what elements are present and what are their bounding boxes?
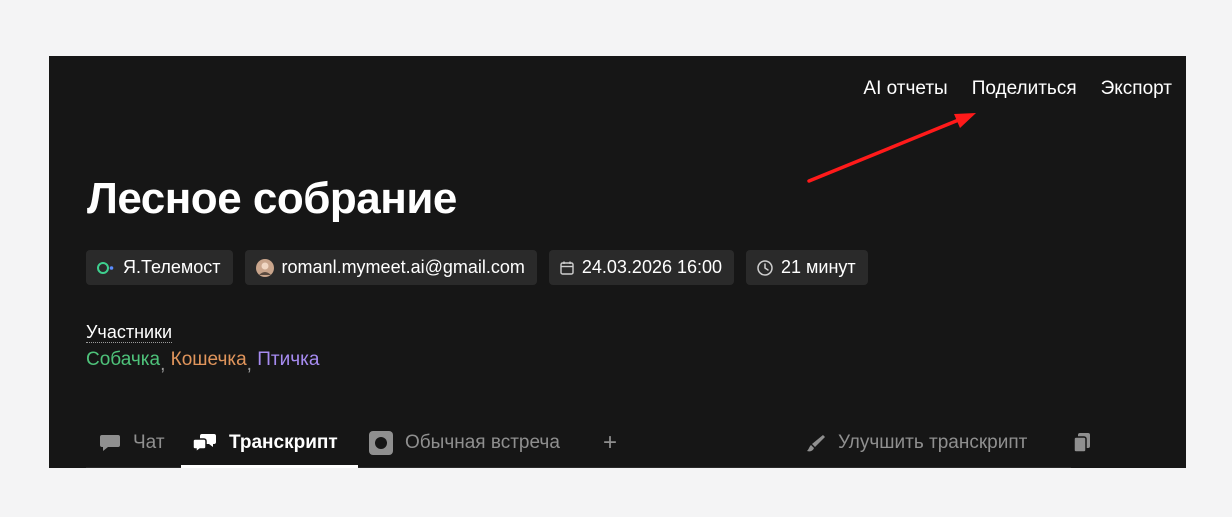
chat-bubble-icon <box>99 433 121 453</box>
date-label: 24.03.2026 16:00 <box>581 257 723 277</box>
tab-meeting-type-label: Обычная встреча <box>405 432 560 453</box>
participant-name[interactable]: Кошечка <box>171 349 247 370</box>
participants-list: Собачка, Кошечка, Птичка <box>86 349 319 375</box>
participant-name[interactable]: Птичка <box>257 349 319 370</box>
avatar <box>255 258 275 278</box>
tab-transcript-label: Транскрипт <box>229 432 338 453</box>
telemost-icon <box>96 260 116 276</box>
tab-chat-label: Чат <box>133 432 165 453</box>
record-icon <box>369 431 393 455</box>
organizer-email: romanl.mymeet.ai@gmail.com <box>281 257 525 277</box>
tab-bar: Чат Транскрипт Обычная встреча + Улучшит… <box>86 418 1186 468</box>
participants-label[interactable]: Участники <box>86 322 172 343</box>
share-link[interactable]: Поделиться <box>972 78 1077 100</box>
meeting-title: Лесное собрание <box>87 174 457 223</box>
tab-transcript[interactable]: Транскрипт <box>193 418 338 468</box>
platform-chip[interactable]: Я.Телемост <box>86 250 233 285</box>
tab-meeting-type[interactable]: Обычная встреча <box>369 418 560 468</box>
meeting-panel: AI отчеты Поделиться Экспорт Лесное собр… <box>49 56 1186 468</box>
transcript-bubbles-icon <box>193 433 217 453</box>
meeting-meta-chips: Я.Телемост romanl.mymeet.ai@gmail.com 24… <box>86 250 868 285</box>
platform-label: Я.Телемост <box>123 257 221 277</box>
participant-separator: , <box>246 354 252 375</box>
active-tab-indicator <box>181 465 358 468</box>
ai-reports-link[interactable]: AI отчеты <box>863 78 947 100</box>
export-link[interactable]: Экспорт <box>1101 78 1172 100</box>
improve-transcript-label: Улучшить транскрипт <box>838 432 1028 453</box>
participant-name[interactable]: Собачка <box>86 349 160 370</box>
duration-chip[interactable]: 21 минут <box>746 250 868 285</box>
duration-label: 21 минут <box>781 257 856 277</box>
copy-icon <box>1073 433 1091 453</box>
improve-transcript-button[interactable]: Улучшить транскрипт <box>806 418 1027 468</box>
top-nav: AI отчеты Поделиться Экспорт <box>863 78 1172 100</box>
brush-icon <box>806 433 826 453</box>
organizer-chip[interactable]: romanl.mymeet.ai@gmail.com <box>244 250 537 285</box>
add-tab-button[interactable]: + <box>603 418 617 468</box>
participant-separator: , <box>160 354 166 375</box>
date-chip[interactable]: 24.03.2026 16:00 <box>548 250 735 285</box>
calendar-icon <box>559 260 575 276</box>
arrow-head <box>954 113 976 128</box>
clock-icon <box>756 259 774 277</box>
arrow-shaft <box>807 117 963 183</box>
tab-chat[interactable]: Чат <box>99 418 165 468</box>
copy-button[interactable] <box>1073 418 1103 468</box>
